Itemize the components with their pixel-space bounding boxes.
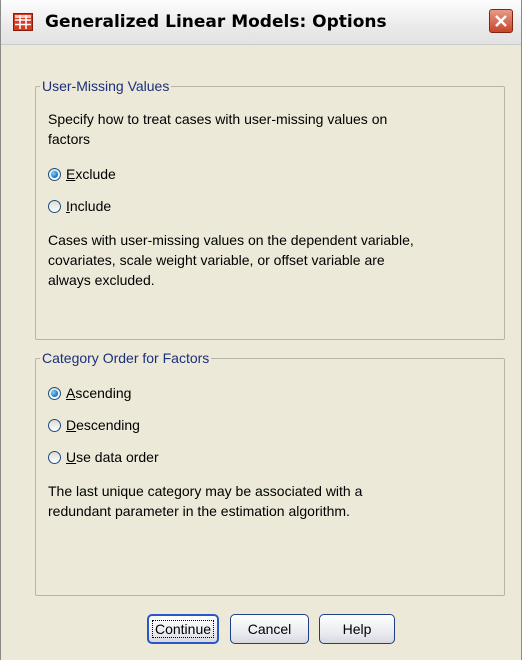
continue-button[interactable]: Continue (147, 614, 219, 644)
radio-exclude[interactable]: Exclude (48, 166, 116, 182)
radio-ascending[interactable]: Ascending (48, 385, 131, 401)
radio-include-label: Include (66, 198, 112, 214)
cancel-button[interactable]: Cancel (230, 614, 309, 644)
radio-button-selected[interactable] (48, 167, 61, 181)
spss-grid-icon (13, 13, 33, 31)
radio-ascending-label: Ascending (66, 385, 132, 401)
radio-use-data-order[interactable]: Use data order (48, 449, 159, 465)
category-order-legend: Category Order for Factors (40, 350, 212, 366)
radio-descending-label: Descending (66, 417, 140, 433)
dialog-window: Generalized Linear Models: Options User-… (0, 0, 522, 660)
radio-exclude-label: Exclude (66, 166, 116, 182)
radio-descending[interactable]: Descending (48, 417, 140, 433)
close-button[interactable] (489, 9, 513, 33)
category-order-note: The last unique category may be associat… (48, 483, 363, 519)
user-missing-legend: User-Missing Values (40, 78, 172, 94)
radio-button-selected[interactable] (48, 386, 61, 400)
user-missing-note: Cases with user-missing values on the de… (48, 232, 414, 288)
radio-include[interactable]: Include (48, 198, 111, 214)
radio-button[interactable] (48, 450, 61, 464)
close-icon (495, 15, 507, 27)
help-button[interactable]: Help (319, 614, 395, 644)
title-bar[interactable]: Generalized Linear Models: Options (1, 0, 521, 45)
radio-button[interactable] (48, 418, 61, 432)
window-title: Generalized Linear Models: Options (45, 12, 387, 32)
user-missing-description: Specify how to treat cases with user-mis… (48, 111, 388, 147)
radio-use-data-order-label: Use data order (66, 449, 159, 465)
radio-button[interactable] (48, 199, 61, 213)
